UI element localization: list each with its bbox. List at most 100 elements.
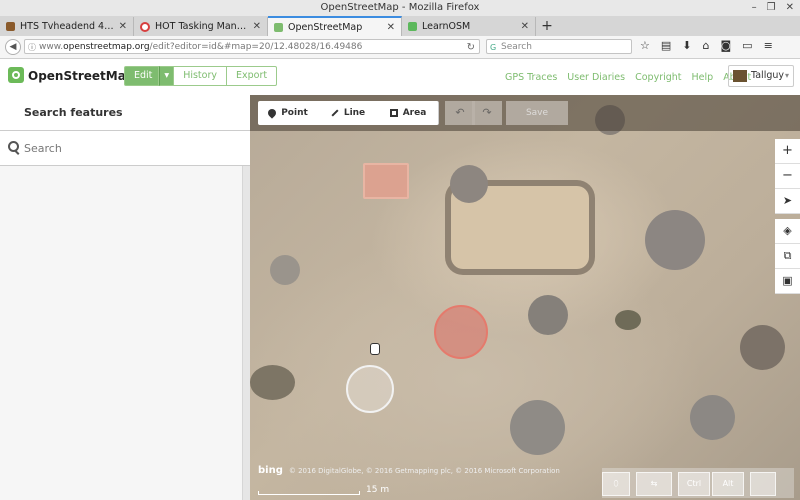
tab-tvheadend[interactable]: HTS Tvheadend 4.0.8 ~ O... ✕	[0, 17, 134, 36]
help-panel-icon[interactable]: ▣	[775, 269, 800, 294]
zoom-in-button[interactable]: +	[775, 139, 800, 164]
edit-button-group: Edit ▾ History Export	[124, 66, 278, 86]
scale-label: 15 m	[366, 485, 390, 495]
window-controls: – ❐ ✕	[752, 0, 794, 16]
learnosm-favicon-icon	[408, 22, 417, 31]
tvheadend-favicon-icon	[6, 22, 15, 31]
map-data-icon[interactable]: ⧉	[775, 244, 800, 269]
search-icon	[8, 141, 19, 152]
mouse-hint-icon: ⬯	[602, 472, 630, 496]
redo-button[interactable]: ↷	[472, 101, 502, 125]
line-icon	[331, 108, 339, 117]
avatar	[733, 70, 747, 82]
imagery-hut	[690, 395, 735, 440]
info-icon[interactable]: ⓘ	[28, 40, 36, 55]
osm-favicon-icon	[274, 22, 283, 32]
username: Tallguy	[751, 70, 785, 81]
tab-openstreetmap[interactable]: OpenStreetMap ✕	[268, 16, 402, 36]
reload-icon[interactable]: ↻	[467, 40, 475, 55]
save-button[interactable]: Save	[506, 101, 568, 125]
circular-building-feature[interactable]	[434, 305, 488, 359]
menu-icon[interactable]: ≡	[764, 39, 773, 52]
osm-nav-links: GPS Traces User Diaries Copyright Help A…	[505, 72, 751, 83]
bookmark-star-icon[interactable]: ☆	[640, 39, 650, 52]
imagery-hut	[528, 295, 568, 335]
export-button[interactable]: Export	[227, 66, 278, 86]
tab-strip: HTS Tvheadend 4.0.8 ~ O... ✕ HOT Tasking…	[0, 16, 800, 36]
search-engine-icon[interactable]: G	[490, 40, 496, 55]
copyright-link[interactable]: Copyright	[635, 72, 681, 83]
browser-search-field[interactable]: G Search	[486, 39, 632, 54]
back-button[interactable]: ◀	[5, 39, 21, 55]
window-titlebar: OpenStreetMap - Mozilla Firefox – ❐ ✕	[0, 0, 800, 17]
url-bar[interactable]: ⓘ www.openstreetmap.org/edit?editor=id&#…	[24, 39, 480, 54]
minimize-button[interactable]: –	[752, 0, 757, 16]
tab-tasking-manager[interactable]: HOT Tasking Manager - ... ✕	[134, 17, 268, 36]
maximize-button[interactable]: ❐	[767, 0, 776, 16]
help-link[interactable]: Help	[692, 72, 714, 83]
close-tab-icon[interactable]: ✕	[521, 21, 529, 32]
imagery-hut	[740, 325, 785, 370]
edit-button[interactable]: Edit	[124, 66, 160, 86]
toolbar-icons: ☆ ▤ ⬇ ⌂ ◙ ▭ ≡	[640, 39, 773, 52]
tab-label: HOT Tasking Manager - ...	[155, 21, 249, 32]
history-button[interactable]: History	[174, 66, 227, 86]
imagery-shrub	[615, 310, 641, 330]
tab-learnosm[interactable]: LearnOSM ✕	[402, 17, 536, 36]
scale-bar	[258, 491, 360, 495]
osm-brand[interactable]: OpenStreetMap	[28, 69, 134, 83]
gps-traces-link[interactable]: GPS Traces	[505, 72, 557, 83]
pocket-icon[interactable]: ◙	[720, 39, 731, 52]
url-domain: openstreetmap.org	[63, 42, 150, 52]
close-tab-icon[interactable]: ✕	[387, 22, 395, 33]
add-point-button[interactable]: Point	[258, 101, 319, 125]
search-placeholder: Search	[501, 42, 532, 52]
home-icon[interactable]: ⌂	[703, 39, 710, 52]
zoom-out-button[interactable]: −	[775, 164, 800, 189]
feature-search-placeholder: Search	[24, 142, 62, 155]
keyboard-hint-overlay: ⬯ ⇆ Ctrl Alt	[602, 468, 794, 498]
imagery-hut	[270, 255, 300, 285]
add-line-button[interactable]: Line	[318, 101, 379, 125]
tab-label: OpenStreetMap	[288, 21, 363, 33]
attribution-text: © 2016 DigitalGlobe, © 2016 Getmapping p…	[288, 467, 560, 475]
osm-header: OpenStreetMap Edit ▾ History Export GPS …	[0, 59, 800, 96]
feature-search-input[interactable]: Search	[0, 131, 250, 166]
user-menu[interactable]: Tallguy ▾	[728, 65, 794, 87]
add-area-button[interactable]: Area	[378, 101, 439, 125]
reading-list-icon[interactable]: ▤	[661, 39, 671, 52]
close-tab-icon[interactable]: ✕	[253, 21, 261, 32]
chevron-down-icon: ▾	[784, 71, 789, 80]
undo-button[interactable]: ↶	[445, 101, 475, 125]
window-title: OpenStreetMap - Mozilla Firefox	[320, 2, 480, 13]
osm-logo-icon[interactable]	[8, 67, 24, 83]
point-icon	[266, 106, 278, 119]
bing-logo: bing	[258, 465, 283, 476]
building-area-feature[interactable]	[363, 163, 409, 199]
imagery-hut	[450, 165, 488, 203]
user-diaries-link[interactable]: User Diaries	[567, 72, 625, 83]
hot-favicon-icon	[140, 21, 150, 32]
area-icon	[389, 108, 398, 117]
layers-icon[interactable]: ◈	[775, 219, 800, 244]
imagery-shrub	[250, 365, 295, 400]
hover-point-feature[interactable]	[346, 365, 394, 413]
ctrl-key: Ctrl	[678, 472, 710, 496]
url-path: /edit?editor=id&#map=20/12.48028/16.4948…	[149, 42, 363, 52]
chat-icon[interactable]: ▭	[742, 39, 752, 52]
imagery-hut	[510, 400, 565, 455]
blank-key	[750, 472, 776, 496]
feature-sidebar: Search features Search	[0, 95, 251, 500]
geolocate-icon[interactable]: ➤	[775, 189, 800, 214]
edit-dropdown-icon[interactable]: ▾	[159, 66, 175, 86]
imagery-attribution: bing © 2016 DigitalGlobe, © 2016 Getmappi…	[258, 465, 560, 476]
new-tab-button[interactable]: +	[536, 17, 558, 36]
close-tab-icon[interactable]: ✕	[119, 21, 127, 32]
tab-label: HTS Tvheadend 4.0.8 ~ O...	[20, 21, 115, 32]
downloads-icon[interactable]: ⬇	[682, 39, 691, 52]
tab-label: LearnOSM	[422, 21, 471, 32]
navigation-bar: ◀ ⓘ www.openstreetmap.org/edit?editor=id…	[0, 36, 800, 59]
modifier-key-icon: ⇆	[636, 472, 672, 496]
map-canvas[interactable]: Point Line Area ↶ ↷ Save + − ➤ ◈ ⧉ ▣ bin…	[250, 95, 800, 500]
close-window-button[interactable]: ✕	[786, 0, 794, 16]
